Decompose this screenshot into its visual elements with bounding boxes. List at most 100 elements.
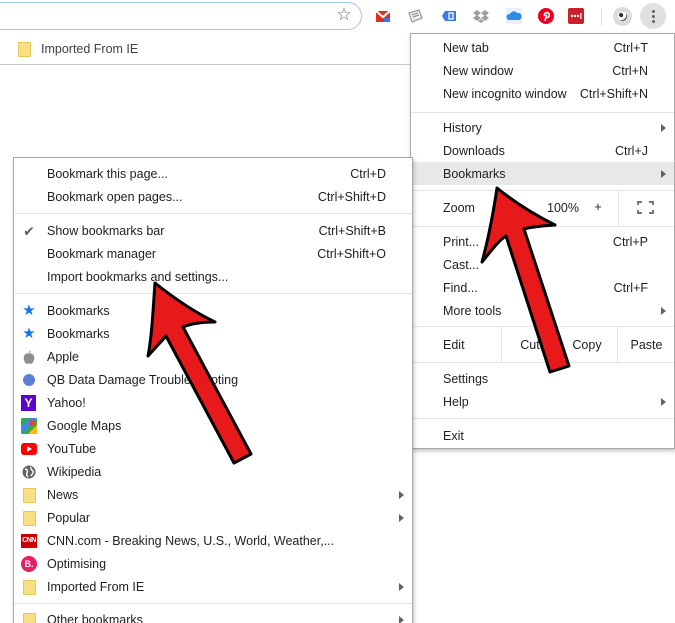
menu-item-label: Cast... (443, 257, 480, 272)
menu-separator (411, 362, 674, 363)
cut-button[interactable]: Cut (502, 327, 558, 362)
menu-item-history[interactable]: History (411, 116, 674, 139)
zoom-label: Zoom (443, 201, 475, 215)
gmail-extension-icon[interactable] (375, 8, 391, 24)
other-bookmarks-folder[interactable]: Other bookmarks (14, 608, 412, 623)
zoom-out-button[interactable]: – (493, 198, 511, 218)
bookmark-item[interactable]: Apple (14, 345, 412, 368)
submenu-arrow-icon (661, 169, 666, 178)
lastpass-extension-icon[interactable] (568, 8, 584, 24)
menu-item-cast[interactable]: Cast... (411, 253, 674, 276)
zoom-in-button[interactable]: + (591, 200, 605, 214)
menu-item-label: Downloads (443, 143, 505, 158)
bookmark-label: Yahoo! (47, 395, 86, 410)
menu-item-label: New window (443, 63, 514, 78)
menu-item-more-tools[interactable]: More tools (411, 299, 674, 322)
bookmark-item[interactable]: ★ Bookmarks (14, 322, 412, 345)
icloud-extension-icon[interactable] (506, 8, 522, 24)
bookmark-item[interactable]: Y Yahoo! (14, 391, 412, 414)
pinterest-extension-icon[interactable] (538, 8, 554, 24)
address-bar[interactable] (0, 2, 362, 30)
menu-item-label: Exit (443, 428, 464, 443)
menu-separator (411, 418, 674, 419)
fullscreen-icon[interactable] (637, 201, 654, 214)
menu-item-downloads[interactable]: Downloads Ctrl+J (411, 139, 674, 162)
menu-separator (14, 213, 412, 214)
menu-item-show-bookmarks-bar[interactable]: ✔ Show bookmarks bar Ctrl+Shift+B (14, 219, 412, 242)
reader-extension-icon[interactable] (441, 8, 457, 24)
menu-item-bookmark-manager[interactable]: Bookmark manager Ctrl+Shift+O (14, 242, 412, 265)
notepad-extension-icon[interactable] (407, 8, 423, 24)
menu-separator (411, 226, 674, 227)
google-maps-icon (21, 418, 37, 434)
bookmark-label: CNN.com - Breaking News, U.S., World, We… (47, 533, 335, 548)
star-icon: ★ (22, 325, 36, 342)
menu-item-help[interactable]: Help (411, 390, 674, 413)
bookmark-star-icon[interactable]: ☆ (335, 6, 353, 24)
bookmark-label: Bookmarks (47, 303, 110, 318)
menu-item-shortcut: Ctrl+Shift+B (318, 223, 386, 238)
soccer-ball-extension-icon[interactable] (613, 7, 632, 26)
folder-icon (21, 579, 37, 595)
bookmark-label: Optimising (47, 556, 107, 571)
bookmark-item[interactable]: CNN CNN.com - Breaking News, U.S., World… (14, 529, 412, 552)
menu-item-find[interactable]: Find... Ctrl+F (411, 276, 674, 299)
yahoo-icon: Y (21, 395, 36, 411)
menu-item-exit[interactable]: Exit (411, 424, 674, 447)
bookmark-label: Bookmarks (47, 326, 110, 341)
bookmark-label: Other bookmarks (47, 612, 143, 623)
submenu-arrow-icon (399, 615, 404, 623)
menu-separator (14, 293, 412, 294)
menu-separator (411, 112, 674, 113)
menu-item-new-window[interactable]: New window Ctrl+N (411, 59, 674, 82)
bookmark-label: YouTube (47, 441, 97, 456)
menu-item-bookmark-open-pages[interactable]: Bookmark open pages... Ctrl+Shift+D (14, 185, 412, 208)
cnn-icon: CNN (21, 534, 37, 548)
bookmark-bar-item[interactable]: Imported From IE (18, 40, 138, 58)
menu-item-settings[interactable]: Settings (411, 367, 674, 390)
bookmark-folder-item[interactable]: Popular (14, 506, 412, 529)
menu-item-label: Bookmark this page... (47, 166, 168, 181)
folder-icon (21, 612, 37, 623)
bookmark-bar-item-label: Imported From IE (41, 42, 139, 56)
menu-item-label: More tools (443, 303, 502, 318)
dropbox-extension-icon[interactable] (473, 8, 489, 24)
paste-button[interactable]: Paste (618, 327, 675, 362)
bookmark-item[interactable]: B. Optimising (14, 552, 412, 575)
wikipedia-globe-icon (21, 464, 37, 480)
bookmark-item[interactable]: YouTube (14, 437, 412, 460)
edit-controls: Edit Cut Copy Paste (411, 327, 674, 362)
chrome-menu-button[interactable] (640, 3, 666, 29)
menu-separator (14, 603, 412, 604)
copy-button[interactable]: Copy (558, 327, 616, 362)
menu-item-label: Import bookmarks and settings... (47, 269, 229, 284)
menu-item-new-tab[interactable]: New tab Ctrl+T (411, 36, 674, 59)
menu-item-label: Bookmark manager (47, 246, 157, 261)
menu-item-label: Settings (443, 371, 489, 386)
bookmark-folder-item[interactable]: Imported From IE (14, 575, 412, 598)
bookmark-label: Imported From IE (47, 579, 145, 594)
bookmarks-submenu: Bookmark this page... Ctrl+D Bookmark op… (13, 157, 413, 623)
bookmark-label: Wikipedia (47, 464, 102, 479)
submenu-arrow-icon (399, 513, 404, 522)
menu-item-bookmarks[interactable]: Bookmarks (411, 162, 674, 185)
bookmark-folder-item[interactable]: News (14, 483, 412, 506)
chrome-main-menu: New tab Ctrl+T New window Ctrl+N New inc… (410, 33, 675, 449)
menu-item-new-incognito-window[interactable]: New incognito window Ctrl+Shift+N (411, 82, 674, 105)
menu-item-shortcut: Ctrl+D (350, 166, 386, 181)
menu-item-print[interactable]: Print... Ctrl+P (411, 230, 674, 253)
folder-icon (21, 487, 37, 503)
globe-blue-icon (21, 372, 37, 388)
bookmark-item[interactable]: Wikipedia (14, 460, 412, 483)
menu-item-label: New tab (443, 40, 489, 55)
menu-item-bookmark-this-page[interactable]: Bookmark this page... Ctrl+D (14, 162, 412, 185)
bookmark-item[interactable]: Google Maps (14, 414, 412, 437)
bookmark-item[interactable]: ★ Bookmarks (14, 299, 412, 322)
menu-item-import-bookmarks[interactable]: Import bookmarks and settings... (14, 265, 412, 288)
menu-item-label: History (443, 120, 482, 135)
bookmark-item[interactable]: QB Data Damage Troubleshooting (14, 368, 412, 391)
zoom-controls: Zoom – 100% + (411, 191, 674, 226)
menu-item-shortcut: Ctrl+J (615, 143, 648, 158)
bookmark-label: Google Maps (47, 418, 122, 433)
menu-item-shortcut: Ctrl+T (613, 40, 648, 55)
